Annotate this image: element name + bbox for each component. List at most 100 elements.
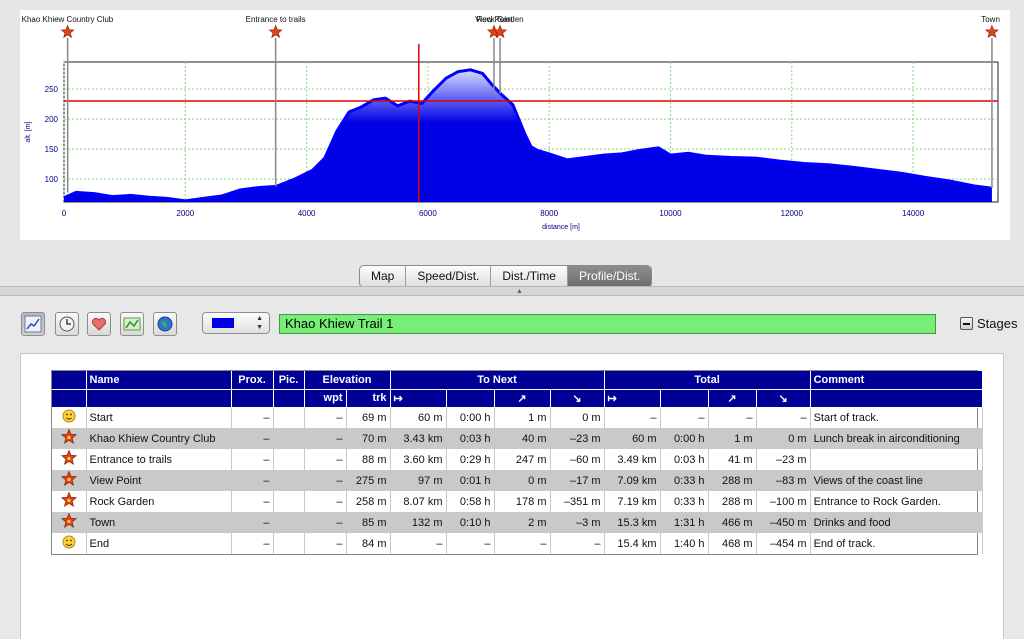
tab-speed-dist[interactable]: Speed/Dist. (406, 266, 492, 287)
cell-name: Town (86, 512, 232, 533)
cell-next-up: 40 m (494, 428, 551, 449)
cell-next-down: – (550, 533, 605, 554)
profile-icon (24, 315, 42, 333)
header-comment[interactable]: Comment (810, 371, 983, 390)
cell-wpt: – (304, 470, 347, 491)
ascent-icon[interactable]: ↗ (708, 389, 757, 408)
cell-tot-time: – (660, 407, 709, 428)
header-pic[interactable]: Pic. (273, 371, 305, 390)
cell-next-dist: 132 m (390, 512, 447, 533)
cell-comment: End of track. (810, 533, 983, 554)
cell-trk: 69 m (346, 407, 391, 428)
ascent-icon[interactable]: ↗ (494, 389, 551, 408)
cell-trk: 88 m (346, 449, 391, 470)
cell-prox: – (231, 512, 274, 533)
table-row[interactable]: Rock Garden – –258 m 8.07 km 0:58 h 178 m –351… (52, 491, 983, 512)
subheader-time[interactable] (660, 389, 709, 408)
table-header-row: Name Prox. Pic. Elevation To Next Total … (52, 371, 983, 390)
time-view-button[interactable] (55, 312, 79, 336)
route-icon (123, 317, 141, 331)
cell-next-dist: 3.43 km (390, 428, 447, 449)
table-row[interactable]: Entrance to trails – –88 m 3.60 km 0:29 h 247… (52, 449, 983, 470)
cell-tot-up: 288 m (708, 470, 757, 491)
subheader-time[interactable] (446, 389, 495, 408)
elevation-profile-chart[interactable]: 0 2000 4000 6000 8000 10000 12000 14000 100 150 20… (20, 10, 1010, 240)
elevation-profile-svg[interactable]: 0 2000 4000 6000 8000 10000 12000 14000 100 150 20… (20, 10, 1010, 240)
subheader-blank (52, 389, 87, 408)
cell-trk: 275 m (346, 470, 391, 491)
cell-comment: Drinks and food (810, 512, 983, 533)
waypoint-star-icon[interactable] (60, 24, 75, 39)
header-name[interactable]: Name (86, 371, 232, 390)
track-name-field[interactable]: Khao Khiew Trail 1 (279, 314, 936, 334)
cell-tot-down: – (756, 407, 811, 428)
tab-profile-dist[interactable]: Profile/Dist. (567, 266, 652, 287)
table-row[interactable]: Khao Khiew Country Club – –70 m 3.43 km 0:03… (52, 428, 983, 449)
x-axis-label: distance [m] (542, 224, 580, 231)
cell-pic (273, 533, 305, 554)
cell-next-up: 1 m (494, 407, 551, 428)
table-row[interactable]: Start – –69 m 60 m 0:00 h1 m0 m – – – – Start of … (52, 407, 983, 428)
waypoint-table-panel: Name Prox. Pic. Elevation To Next Total … (20, 353, 1004, 639)
cell-tot-dist: – (604, 407, 661, 428)
header-prox[interactable]: Prox. (231, 371, 274, 390)
cell-pic (273, 491, 305, 512)
header-icon-col[interactable] (52, 371, 87, 390)
header-total[interactable]: Total (604, 371, 811, 390)
tab-dist-time[interactable]: Dist./Time (491, 266, 568, 287)
descent-icon[interactable]: ↘ (756, 389, 811, 408)
subheader-wpt[interactable]: wpt (304, 389, 347, 408)
collapse-icon[interactable] (960, 317, 973, 330)
cell-next-down: –60 m (550, 449, 605, 470)
cell-prox: – (231, 491, 274, 512)
waypoint-star-icon[interactable] (984, 24, 999, 39)
tab-map[interactable]: Map (360, 266, 407, 287)
table-row[interactable]: Town – –85 m 132 m 0:10 h2 m –3 m 15.3 km 1:31 … (52, 512, 983, 533)
cell-trk: 258 m (346, 491, 391, 512)
cell-tot-down: –100 m (756, 491, 811, 512)
cell-prox: – (231, 428, 274, 449)
cell-trk: 85 m (346, 512, 391, 533)
globe-button[interactable] (153, 312, 177, 336)
waypoint-star-icon (52, 470, 87, 491)
distance-icon[interactable]: ↦ (390, 389, 447, 408)
cell-next-up: 178 m (494, 491, 551, 512)
splitter-grip-icon[interactable]: ▲ (516, 288, 523, 295)
cell-next-time: – (446, 533, 495, 554)
track-color-select[interactable]: ▲ ▼ (202, 312, 270, 334)
cell-tot-down: –23 m (756, 449, 811, 470)
waypoint-star-icon[interactable] (268, 24, 283, 39)
subheader-trk[interactable]: trk (346, 389, 391, 408)
distance-icon[interactable]: ↦ (604, 389, 661, 408)
cell-trk: 70 m (346, 428, 391, 449)
cell-next-up: – (494, 533, 551, 554)
cell-name: Start (86, 407, 232, 428)
waypoint-label: Town (981, 15, 1000, 24)
panel-splitter[interactable]: ▲ (0, 286, 1024, 296)
globe-icon (157, 316, 173, 332)
profile-view-button[interactable] (21, 312, 45, 336)
descent-icon[interactable]: ↘ (550, 389, 605, 408)
y-tick-label: 100 (45, 175, 59, 184)
cell-prox: – (231, 449, 274, 470)
cell-tot-down: –454 m (756, 533, 811, 554)
cell-next-down: –3 m (550, 512, 605, 533)
cell-name: Entrance to trails (86, 449, 232, 470)
x-tick-label: 10000 (659, 209, 682, 218)
route-button[interactable] (120, 312, 144, 336)
heart-icon (91, 317, 107, 331)
heart-rate-button[interactable] (87, 312, 111, 336)
subheader-blank (86, 389, 232, 408)
table-row[interactable]: View Point – –275 m 97 m 0:01 h0 m –17 m 7.09 … (52, 470, 983, 491)
cell-comment: Views of the coast line (810, 470, 983, 491)
cell-tot-time: 1:40 h (660, 533, 709, 554)
header-to-next[interactable]: To Next (390, 371, 605, 390)
waypoint-label: Entrance to trails (246, 15, 306, 24)
stages-toggle-group[interactable]: Stages (960, 316, 1017, 331)
waypoint-star-icon (52, 428, 87, 449)
cell-name: View Point (86, 470, 232, 491)
table-row[interactable]: End – –84 m – – – –15.4 km 1:40 h 468 m –454 m End… (52, 533, 983, 554)
cell-wpt: – (304, 533, 347, 554)
header-elevation[interactable]: Elevation (304, 371, 391, 390)
cell-tot-dist: 15.3 km (604, 512, 661, 533)
